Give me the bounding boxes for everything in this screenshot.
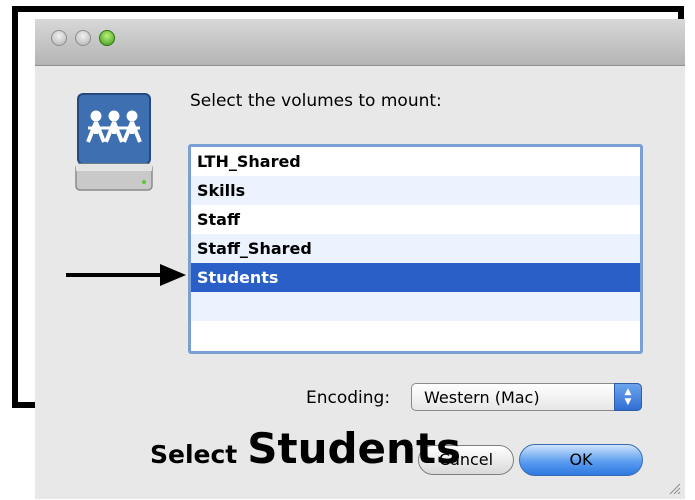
empty-list-row bbox=[191, 292, 640, 321]
volume-row-skills[interactable]: Skills bbox=[191, 176, 640, 205]
encoding-label: Encoding: bbox=[306, 388, 391, 408]
volume-row-staff-shared[interactable]: Staff_Shared bbox=[191, 234, 640, 263]
empty-list-row bbox=[191, 321, 640, 350]
caption-target: Students bbox=[247, 424, 462, 473]
close-window-button[interactable] bbox=[51, 30, 67, 46]
volume-row-staff[interactable]: Staff bbox=[191, 205, 640, 234]
title-bar[interactable] bbox=[35, 19, 685, 66]
encoding-value: Western (Mac) bbox=[424, 388, 540, 407]
minimize-window-button[interactable] bbox=[75, 30, 91, 46]
zoom-window-button[interactable] bbox=[99, 30, 115, 46]
volume-row-lth-shared[interactable]: LTH_Shared bbox=[191, 147, 640, 176]
pointer-arrow-icon bbox=[66, 264, 186, 286]
volume-list[interactable]: LTH_Shared Skills Staff Staff_Shared Stu… bbox=[188, 144, 643, 354]
caption-prefix: Select bbox=[150, 440, 238, 469]
ok-button[interactable]: OK bbox=[519, 444, 643, 476]
resize-grip-icon[interactable] bbox=[669, 483, 681, 495]
instruction-caption: Select Students bbox=[150, 424, 461, 473]
volume-row-students[interactable]: Students bbox=[191, 263, 640, 292]
encoding-select[interactable]: Western (Mac) ▲ ▼ bbox=[411, 383, 642, 411]
mount-prompt: Select the volumes to mount: bbox=[190, 91, 442, 111]
up-down-arrows-icon[interactable]: ▲ ▼ bbox=[614, 383, 642, 411]
network-drive-icon bbox=[75, 93, 153, 191]
